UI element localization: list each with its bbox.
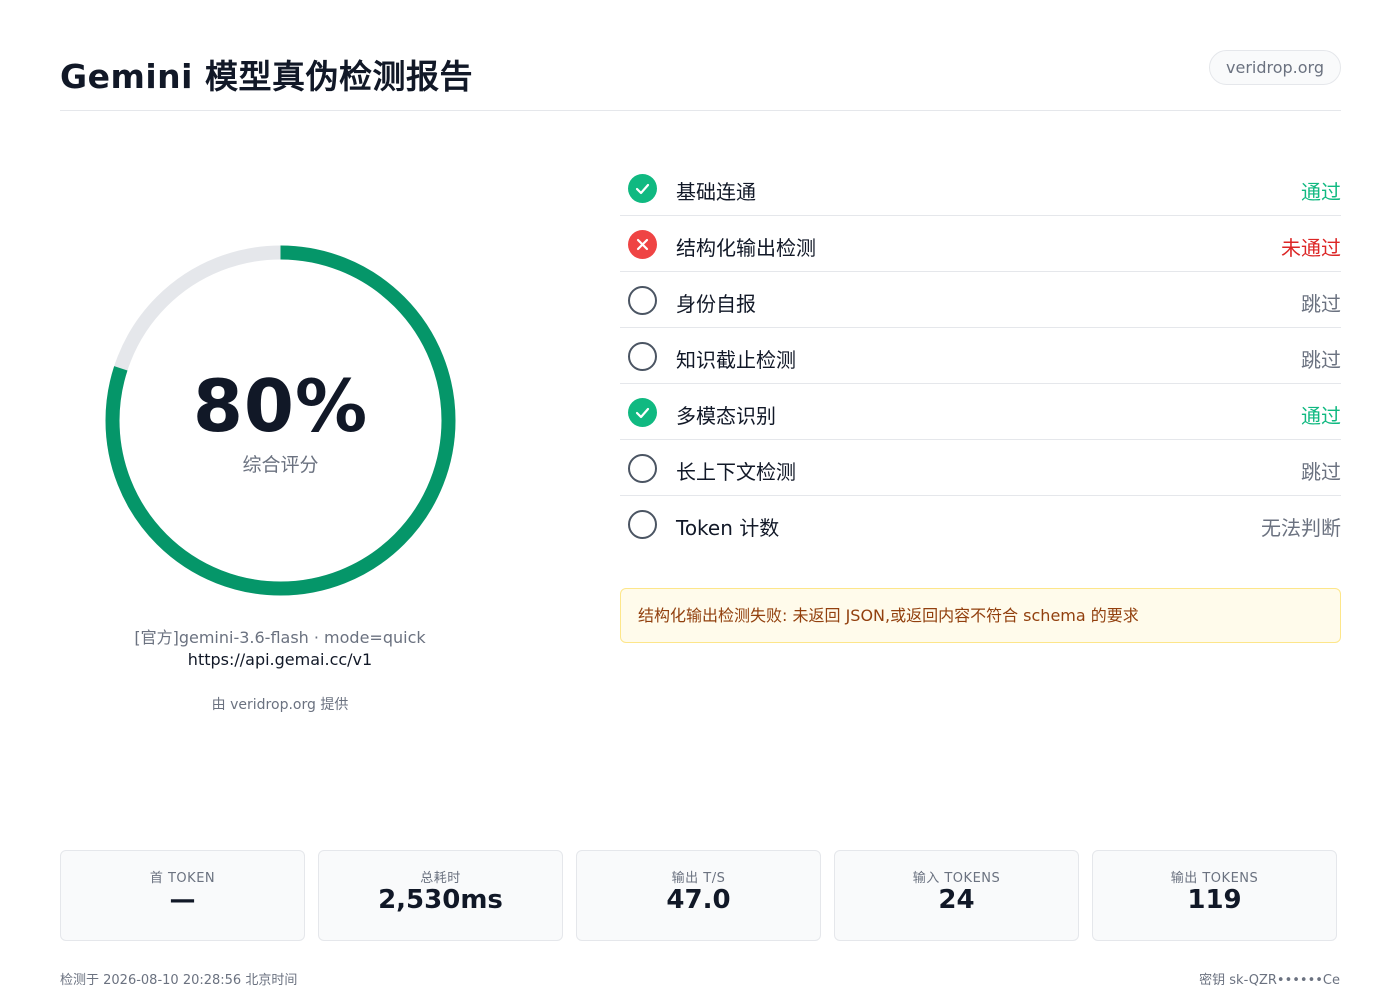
provider-credit: 由 veridrop.org 提供 [211, 697, 349, 713]
check-row: 知识截止检测 跳过 [620, 328, 1341, 384]
check-pass-icon [628, 398, 657, 427]
check-row: 结构化输出检测 未通过 [620, 216, 1341, 272]
score-value: 80% [192, 364, 369, 448]
stat-value: 2,530ms [378, 885, 503, 915]
check-label: 长上下文检测 [676, 460, 796, 484]
endpoint-url[interactable]: https://api.gemai.cc/v1 [60, 650, 500, 669]
check-row: Token 计数 无法判断 [620, 496, 1341, 552]
check-label: 结构化输出检测 [676, 236, 816, 260]
stat-label: 首 TOKEN [149, 871, 216, 886]
check-label: 知识截止检测 [676, 348, 796, 372]
check-label: 基础连通 [676, 180, 756, 204]
check-status: 无法判断 [1261, 516, 1341, 540]
api-key-footer: 密钥 sk-QZR••••••Ce [1199, 973, 1340, 988]
domain-badge[interactable]: veridrop.org [1209, 50, 1341, 85]
check-skipped-icon [628, 286, 657, 315]
stat-label: 输入 TOKENS [912, 871, 1001, 886]
timestamp-footer: 检测于 2026-08-10 20:28:56 北京时间 [60, 973, 298, 988]
stat-value: — [169, 885, 196, 915]
check-label: 多模态识别 [676, 404, 776, 428]
check-skipped-icon [628, 510, 657, 539]
stat-card-output-tps: 输出 T/S 47.0 [576, 850, 821, 941]
check-status: 跳过 [1301, 348, 1341, 372]
stat-label: 输出 T/S [671, 871, 726, 886]
stat-card-first-token: 首 TOKEN — [60, 850, 305, 941]
check-list: 基础连通 通过 结构化输出检测 未通过 身份自报 跳过 知识截止检测 跳过 多模… [620, 160, 1341, 552]
check-row: 长上下文检测 跳过 [620, 440, 1341, 496]
stats-row: 首 TOKEN — 总耗时 2,530ms 输出 T/S 47.0 输入 TOK… [60, 850, 1340, 941]
stat-card-input-tokens: 输入 TOKENS 24 [834, 850, 1079, 941]
page-title: Gemini 模型真伪检测报告 [60, 57, 473, 96]
score-ring: 80% 综合评分 [104, 244, 457, 597]
check-skipped-icon [628, 454, 657, 483]
stat-value: 119 [1187, 885, 1242, 915]
check-label: 身份自报 [676, 292, 756, 316]
check-skipped-icon [628, 342, 657, 371]
check-status: 跳过 [1301, 460, 1341, 484]
stat-label: 总耗时 [420, 871, 461, 886]
check-status: 通过 [1301, 180, 1341, 204]
check-row: 身份自报 跳过 [620, 272, 1341, 328]
failure-notice: 结构化输出检测失败: 未返回 JSON,或返回内容不符合 schema 的要求 [620, 588, 1341, 643]
check-row: 基础连通 通过 [620, 160, 1341, 216]
stat-card-total-time: 总耗时 2,530ms [318, 850, 563, 941]
check-label: Token 计数 [676, 516, 780, 540]
check-status: 未通过 [1281, 236, 1341, 260]
report-header: Gemini 模型真伪检测报告 veridrop.org [60, 40, 1341, 111]
stat-value: 47.0 [666, 885, 731, 915]
check-pass-icon [628, 174, 657, 203]
stat-label: 输出 TOKENS [1170, 871, 1259, 886]
stat-value: 24 [938, 885, 975, 915]
check-row: 多模态识别 通过 [620, 384, 1341, 440]
stat-card-output-tokens: 输出 TOKENS 119 [1092, 850, 1337, 941]
model-info: [官方]gemini-3.6-flash · mode=quick [134, 628, 426, 647]
check-status: 跳过 [1301, 292, 1341, 316]
check-fail-icon [628, 230, 657, 259]
score-label: 综合评分 [242, 454, 319, 476]
check-status: 通过 [1301, 404, 1341, 428]
